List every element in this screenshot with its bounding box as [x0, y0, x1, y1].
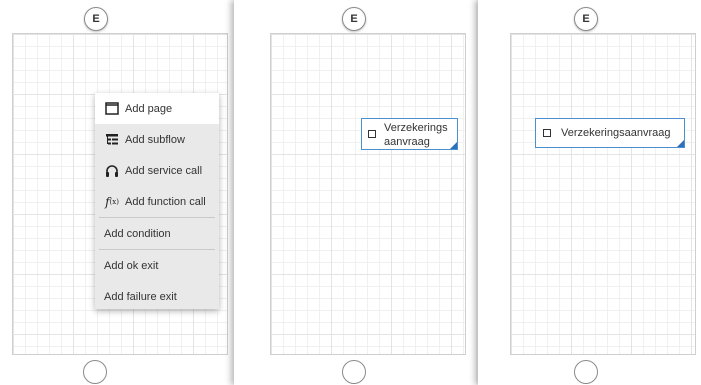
exit-node[interactable]: [574, 360, 598, 384]
flow-panel-1: E Add page Add subflow Add service call …: [0, 0, 232, 385]
add-condition-menu-item[interactable]: Add condition: [95, 218, 219, 249]
page-node[interactable]: Verzekeringsaanvraag: [535, 118, 685, 148]
menu-item-label: Add page: [125, 102, 173, 115]
page-node-label-line2: aanvraag: [384, 136, 430, 148]
page-node-label: Verzekeringsaanvraag: [561, 127, 671, 139]
entry-label: E: [350, 13, 358, 25]
exit-node[interactable]: [342, 360, 366, 384]
function-icon: f (x): [105, 194, 119, 209]
entry-node[interactable]: E: [84, 7, 108, 31]
headset-icon: [105, 164, 119, 178]
add-subflow-menu-item[interactable]: Add subflow: [95, 124, 219, 155]
entry-label: E: [582, 13, 590, 25]
flow-panel-3: E Verzekeringsaanvraag: [478, 0, 701, 385]
add-service-call-menu-item[interactable]: Add service call: [95, 155, 219, 186]
page-node-label-line1: Verzekerings: [384, 122, 448, 134]
subflow-icon: [105, 133, 119, 147]
entry-node[interactable]: E: [574, 7, 598, 31]
add-function-call-menu-item[interactable]: f (x) Add function call: [95, 186, 219, 217]
add-ok-exit-menu-item[interactable]: Add ok exit: [95, 250, 219, 281]
flow-canvas[interactable]: [270, 33, 466, 355]
resize-handle[interactable]: [450, 142, 457, 149]
add-failure-exit-menu-item[interactable]: Add failure exit: [95, 281, 219, 312]
menu-item-label: Add function call: [125, 195, 206, 208]
page-icon: [105, 102, 119, 116]
exit-node[interactable]: [83, 360, 107, 384]
flow-panel-2: E Verzekerings aanvraag: [234, 0, 476, 385]
flow-canvas[interactable]: [510, 33, 696, 355]
menu-item-label: Add subflow: [125, 133, 185, 146]
page-icon: [543, 129, 551, 137]
entry-node[interactable]: E: [342, 7, 366, 31]
menu-item-label: Add failure exit: [104, 290, 177, 303]
menu-item-label: Add service call: [125, 164, 203, 177]
context-menu: Add page Add subflow Add service call f(…: [95, 93, 219, 309]
menu-item-label: Add condition: [104, 227, 171, 240]
page-icon: [368, 130, 376, 138]
page-node[interactable]: Verzekerings aanvraag: [361, 118, 458, 150]
menu-item-label: Add ok exit: [104, 259, 159, 272]
page-node-label: Verzekerings aanvraag: [384, 121, 448, 149]
resize-handle[interactable]: [677, 140, 684, 147]
entry-label: E: [92, 13, 100, 25]
add-page-menu-item[interactable]: Add page: [95, 93, 219, 124]
